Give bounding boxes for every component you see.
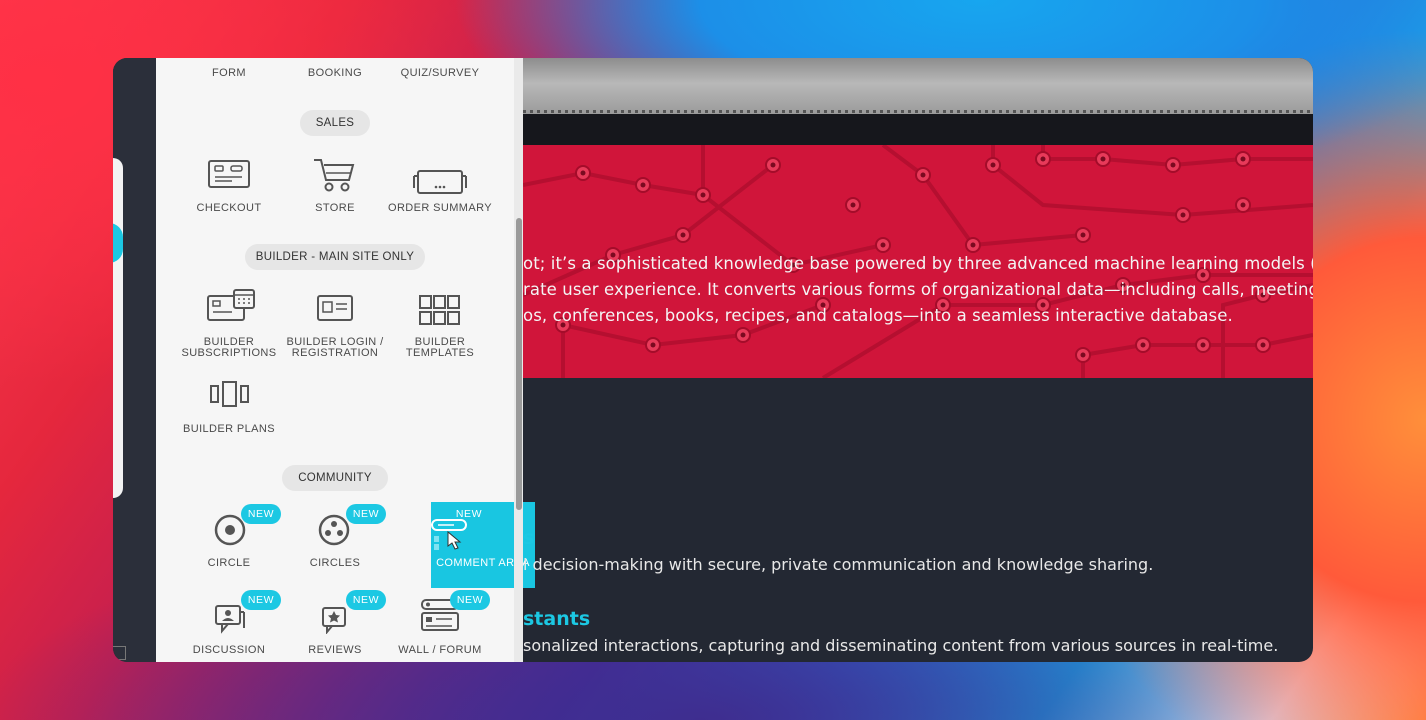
new-badge-circle: NEW xyxy=(241,504,281,524)
store-cart-icon[interactable] xyxy=(312,156,356,194)
builder-plans-icon[interactable] xyxy=(209,380,251,408)
hero-image-top xyxy=(523,58,1313,114)
elements-panel: FORM BOOKING QUIZ/SURVEY SALES CHECKOUT … xyxy=(156,58,535,662)
section-heading-1: s xyxy=(523,527,535,549)
tile-label-quiz-survey[interactable]: QUIZ/SURVEY xyxy=(385,68,495,79)
tile-label-order-summary[interactable]: ORDER SUMMARY xyxy=(385,203,495,214)
reviews-icon[interactable] xyxy=(321,606,349,634)
new-badge-wall-forum: NEW xyxy=(450,590,490,610)
builder-login-icon[interactable] xyxy=(316,294,354,322)
section-paragraph-2: sonalized interactions, capturing and di… xyxy=(523,636,1279,655)
tile-label-reviews[interactable]: REVIEWS xyxy=(280,645,390,656)
tile-label-builder-templates-2[interactable]: TEMPLATES xyxy=(385,348,495,359)
page-preview: ot; it’s a sophisticated knowledge base … xyxy=(523,58,1313,662)
tile-label-store[interactable]: STORE xyxy=(280,203,390,214)
tile-label-builder-plans[interactable]: BUILDER PLANS xyxy=(174,424,284,435)
tile-label-circle[interactable]: CIRCLE xyxy=(174,558,284,569)
tile-label-wall-forum[interactable]: WALL / FORUM xyxy=(385,645,495,656)
tile-label-discussion[interactable]: DISCUSSION xyxy=(174,645,284,656)
panel-scrollbar[interactable] xyxy=(514,58,523,662)
panel-scrollbar-thumb[interactable] xyxy=(516,218,522,510)
section-paragraph-1: l decision-making with secure, private c… xyxy=(523,555,1154,574)
hero-text-line-3: os, conferences, books, recipes, and cat… xyxy=(523,306,1233,325)
section-community: COMMUNITY xyxy=(282,465,388,491)
left-edge-strip xyxy=(113,58,156,662)
tile-label-form[interactable]: FORM xyxy=(174,68,284,79)
hero-image-band xyxy=(523,114,1313,145)
section-heading-2: stants xyxy=(523,608,591,630)
discussion-icon[interactable] xyxy=(214,604,246,634)
builder-subscriptions-icon[interactable] xyxy=(206,288,256,324)
tile-label-booking[interactable]: BOOKING xyxy=(280,68,390,79)
tile-label-checkout[interactable]: CHECKOUT xyxy=(174,203,284,214)
order-summary-icon[interactable] xyxy=(412,168,468,196)
builder-templates-icon[interactable] xyxy=(418,294,462,326)
tile-label-circles[interactable]: CIRCLES xyxy=(280,558,390,569)
editor-window: FORM BOOKING QUIZ/SURVEY SALES CHECKOUT … xyxy=(113,58,1313,662)
tile-label-builder-subscriptions-2[interactable]: SUBSCRIPTIONS xyxy=(174,348,284,359)
new-badge-discussion: NEW xyxy=(241,590,281,610)
hero-text-line-2: rate user experience. It converts variou… xyxy=(523,280,1313,299)
new-badge-reviews: NEW xyxy=(346,590,386,610)
new-badge-comment-area: NEW xyxy=(455,508,483,520)
checkout-icon[interactable] xyxy=(206,156,252,192)
corner-icon xyxy=(113,646,126,660)
section-sales: SALES xyxy=(300,110,370,136)
hero-text-line-1: ot; it’s a sophisticated knowledge base … xyxy=(523,254,1313,273)
new-badge-circles: NEW xyxy=(346,504,386,524)
section-builder: BUILDER - MAIN SITE ONLY xyxy=(245,244,425,270)
collapsed-panel-tab[interactable] xyxy=(113,158,123,498)
tile-label-builder-login-2[interactable]: REGISTRATION xyxy=(280,348,390,359)
